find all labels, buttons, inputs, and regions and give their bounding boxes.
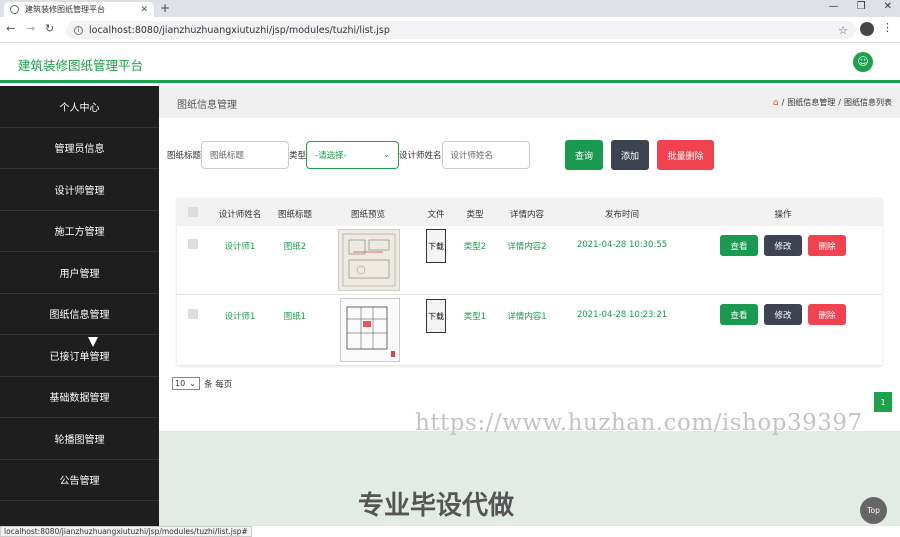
app-title: 建筑装修图纸管理平台 <box>18 58 144 73</box>
drawings-table: 设计师姓名 图纸标题 图纸预览 文件 类型 详情内容 发布时间 操作 设计师1 … <box>177 198 882 365</box>
search-bar: 图纸标题 图纸标题 类型 -请选择- ⌄ 设计师姓名 设计师姓名 <box>167 140 530 170</box>
user-icon[interactable]: ☺ <box>853 52 873 72</box>
column-header: 详情内容 <box>509 210 545 220</box>
url-text: localhost:8080/jianzhuzhuangxiutuzhi/jsp… <box>89 24 390 36</box>
breadcrumb-item[interactable]: 图纸信息管理 <box>787 97 835 108</box>
column-header: 文件 <box>427 210 445 220</box>
home-icon[interactable]: ⌂ <box>773 98 779 108</box>
promo-text: 专业毕设代做 <box>358 491 515 521</box>
page-size-select[interactable]: 10 ⌄ <box>172 377 200 390</box>
window-controls: — ❐ ✕ <box>829 1 892 12</box>
page-header: 图纸信息管理 ⌂ / 图纸信息管理 / 图纸信息列表 <box>159 86 900 118</box>
add-button[interactable]: 添加 <box>611 140 649 170</box>
detail-cell: 详情内容2 <box>507 242 547 252</box>
sidebar-item-designers[interactable]: 设计师管理 <box>0 169 159 211</box>
breadcrumb: ⌂ / 图纸信息管理 / 图纸信息列表 <box>772 97 892 108</box>
table-row: 设计师1 图纸1 下载 类型1 详情内容1 2021-04-28 10:23:2… <box>177 295 882 364</box>
table-header: 设计师姓名 图纸标题 图纸预览 文件 类型 详情内容 发布时间 操作 <box>177 198 882 226</box>
time-cell: 2021-04-28 10:23:21 <box>576 310 668 320</box>
detail-cell: 详情内容1 <box>507 312 547 322</box>
edit-button[interactable]: 修改 <box>764 235 802 256</box>
type-select[interactable]: -请选择- ⌄ <box>306 141 400 169</box>
forward-icon[interactable]: → <box>26 22 35 35</box>
table-row: 设计师1 图纸2 下载 类型2 详情内容2 2021-04-28 10:30:5… <box>177 226 882 295</box>
title-input[interactable]: 图纸标题 <box>201 141 290 169</box>
title-cell: 图纸2 <box>283 242 307 252</box>
type-label: 类型 <box>289 151 307 161</box>
new-tab-icon[interactable]: + <box>160 1 170 15</box>
sidebar-item-carousel[interactable]: 轮播图管理 <box>0 418 159 460</box>
breadcrumb-item: 图纸信息列表 <box>844 98 892 107</box>
chevron-down-icon: ⌄ <box>382 150 391 160</box>
sidebar-item-drawings[interactable]: 图纸信息管理 <box>0 294 159 335</box>
sidebar: 个人中心 管理员信息 设计师管理 施工方管理 用户管理 图纸信息管理 已接订单管… <box>0 86 159 526</box>
time-cell: 2021-04-28 10:30:55 <box>576 240 668 250</box>
browser-tab-strip: 建筑装修图纸管理平台 ✕ + — ❐ ✕ <box>0 0 900 17</box>
sidebar-item-users[interactable]: 用户管理 <box>0 252 159 294</box>
star-icon[interactable]: ☆ <box>838 24 848 37</box>
sidebar-item-profile[interactable]: 个人中心 <box>0 86 159 128</box>
reload-icon[interactable]: ↻ <box>45 22 54 35</box>
sidebar-item-admins[interactable]: 管理员信息 <box>0 128 159 169</box>
column-header: 类型 <box>466 210 484 220</box>
browser-tab[interactable]: 建筑装修图纸管理平台 ✕ <box>4 2 154 17</box>
sidebar-item-basic-data[interactable]: 基础数据管理 <box>0 377 159 418</box>
info-icon[interactable]: i <box>74 25 83 35</box>
footer-band <box>159 431 900 526</box>
back-icon[interactable]: ← <box>6 22 15 35</box>
batch-delete-button[interactable]: 批量删除 <box>657 140 714 170</box>
sidebar-item-notices[interactable]: 公告管理 <box>0 460 159 501</box>
delete-button[interactable]: 删除 <box>808 304 846 325</box>
url-field[interactable]: i localhost:8080/jianzhuzhuangxiutuzhi/j… <box>66 21 856 39</box>
back-to-top-button[interactable]: Top <box>860 497 887 524</box>
download-button[interactable]: 下载 <box>426 299 446 333</box>
sidebar-item-orders[interactable]: 已接订单管理 <box>0 335 159 377</box>
status-bar-url: localhost:8080/jianzhuzhuangxiutuzhi/jsp… <box>0 526 252 537</box>
page-number-button[interactable]: 1 <box>874 392 892 412</box>
column-header: 设计师姓名 <box>218 210 262 220</box>
per-page-label: 条 每页 <box>204 379 233 390</box>
main-content: 图纸信息管理 ⌂ / 图纸信息管理 / 图纸信息列表 图纸标题 图纸标题 类型 … <box>159 86 900 526</box>
close-window-icon[interactable]: ✕ <box>884 1 892 12</box>
designer-input[interactable]: 设计师姓名 <box>441 141 530 169</box>
row-checkbox[interactable] <box>188 309 198 319</box>
watermark-text: https://www.huzhan.com/ishop39397 <box>415 410 863 436</box>
column-header: 图纸标题 <box>277 210 313 220</box>
type-cell: 类型1 <box>463 312 487 322</box>
shield-icon <box>10 5 19 14</box>
title-label: 图纸标题 <box>167 151 202 161</box>
designer-label: 设计师姓名 <box>399 151 442 161</box>
sidebar-item-contractors[interactable]: 施工方管理 <box>0 211 159 252</box>
view-button[interactable]: 查看 <box>720 235 758 256</box>
column-header: 图纸预览 <box>350 210 386 220</box>
chevron-down-icon: ⌄ <box>189 379 196 388</box>
pagination: 10 ⌄ 条 每页 <box>172 377 232 390</box>
minimize-icon[interactable]: — <box>829 1 839 12</box>
title-cell: 图纸1 <box>283 312 307 322</box>
edit-button[interactable]: 修改 <box>764 304 802 325</box>
designer-cell: 设计师1 <box>224 242 256 252</box>
mouse-cursor-icon <box>88 337 98 347</box>
column-header: 操作 <box>774 210 792 220</box>
query-button[interactable]: 查询 <box>565 140 603 170</box>
page-title: 图纸信息管理 <box>177 100 237 111</box>
row-checkbox[interactable] <box>188 239 198 249</box>
kebab-menu-icon[interactable]: ⋮ <box>882 21 893 34</box>
drawing-thumbnail[interactable] <box>340 298 400 362</box>
download-button[interactable]: 下载 <box>426 229 446 263</box>
column-header: 发布时间 <box>604 210 640 220</box>
app-header: 建筑装修图纸管理平台 ☺ <box>0 43 900 83</box>
type-cell: 类型2 <box>463 242 487 252</box>
select-all-checkbox[interactable] <box>188 207 198 217</box>
profile-icon[interactable] <box>860 22 874 36</box>
delete-button[interactable]: 删除 <box>808 235 846 256</box>
designer-cell: 设计师1 <box>224 312 256 322</box>
drawing-thumbnail[interactable] <box>338 229 400 291</box>
maximize-icon[interactable]: ❐ <box>857 1 866 12</box>
address-bar-row: ← → ↻ i localhost:8080/jianzhuzhuangxiut… <box>0 17 900 43</box>
view-button[interactable]: 查看 <box>720 304 758 325</box>
close-icon[interactable]: ✕ <box>140 5 148 15</box>
browser-tab-title: 建筑装修图纸管理平台 <box>25 5 105 14</box>
